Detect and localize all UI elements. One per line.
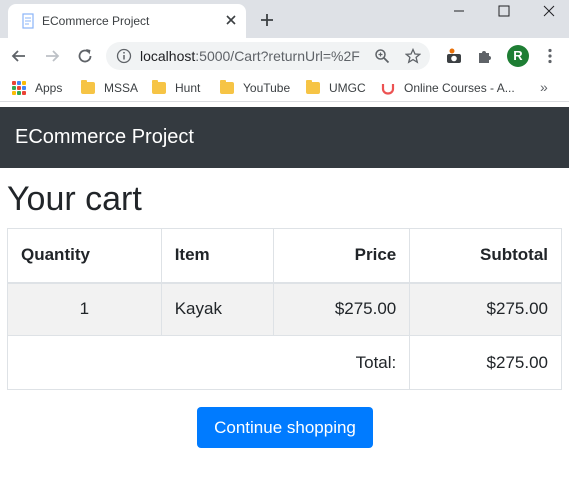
page-favicon-icon — [22, 13, 34, 29]
bookmark-label: Apps — [35, 81, 63, 95]
bookmark-label: YouTube — [243, 81, 291, 95]
zoom-icon[interactable] — [374, 48, 390, 64]
bookmark-label: Hunt — [175, 81, 201, 95]
close-window-icon[interactable] — [539, 2, 559, 20]
bookmarks-bar: Apps MSSA Hunt YouTube UMGC Online Cours… — [0, 74, 569, 102]
header-price: Price — [272, 228, 411, 284]
bookmark-label: UMGC — [329, 81, 366, 95]
address-bar[interactable]: localhost:5000/Cart?returnUrl=%2F — [106, 42, 430, 70]
total-label: Total: — [6, 335, 411, 390]
bookmark-online-courses[interactable]: Online Courses - A... — [381, 79, 515, 97]
site-navbar: ECommerce Project — [0, 107, 569, 168]
cell-quantity: 1 — [7, 282, 162, 336]
forward-arrow-icon[interactable] — [42, 46, 62, 66]
header-subtotal: Subtotal — [409, 228, 562, 284]
more-options-icon[interactable] — [541, 47, 559, 65]
header-item: Item — [160, 228, 274, 284]
extension-camera-icon[interactable] — [445, 47, 463, 65]
address-text: localhost:5000/Cart?returnUrl=%2F — [140, 48, 360, 64]
browser-tab[interactable]: ECommerce Project — [8, 4, 246, 38]
bookmark-youtube[interactable]: YouTube — [220, 79, 290, 97]
continue-shopping-button[interactable]: Continue shopping — [197, 407, 373, 448]
folder-icon — [220, 80, 234, 94]
cart-header-row: Quantity Item Price Subtotal — [7, 228, 562, 284]
tab-title: ECommerce Project — [42, 14, 150, 28]
cell-subtotal: $275.00 — [409, 282, 562, 336]
total-value: $275.00 — [409, 335, 562, 390]
folder-icon — [152, 80, 166, 94]
bookmark-apps[interactable]: Apps — [12, 79, 62, 97]
header-quantity: Quantity — [7, 228, 162, 284]
browser-toolbar: localhost:5000/Cart?returnUrl=%2F R — [0, 38, 569, 74]
back-arrow-icon[interactable] — [9, 46, 29, 66]
bookmark-mssa[interactable]: MSSA — [81, 79, 138, 97]
cell-item: Kayak — [160, 282, 274, 336]
bookmark-label: Online Courses - A... — [404, 81, 515, 95]
more-bookmarks-chevron-icon[interactable]: » — [540, 79, 548, 95]
extensions-puzzle-icon[interactable] — [476, 47, 494, 65]
address-host: localhost — [140, 48, 196, 64]
bookmark-label: MSSA — [104, 81, 139, 95]
bookmark-umgc[interactable]: UMGC — [306, 79, 366, 97]
close-tab-icon[interactable] — [223, 12, 239, 28]
new-tab-icon[interactable] — [258, 11, 276, 29]
bookmark-star-icon[interactable] — [405, 48, 421, 64]
minimize-window-icon[interactable] — [449, 2, 469, 20]
cart-table: Quantity Item Price Subtotal 1 Kayak $27… — [6, 228, 562, 390]
maximize-window-icon[interactable] — [494, 2, 514, 20]
folder-icon — [306, 80, 320, 94]
navbar-brand[interactable]: ECommerce Project — [15, 126, 194, 149]
total-row: Total: $275.00 — [6, 335, 562, 390]
folder-icon — [81, 80, 95, 94]
apps-grid-icon — [12, 81, 26, 95]
address-path: :5000/Cart?returnUrl=%2F — [195, 48, 360, 64]
reload-icon[interactable] — [75, 46, 95, 66]
page-title: Your cart — [7, 180, 142, 218]
table-row: 1 Kayak $275.00 $275.00 — [7, 282, 562, 336]
bookmark-hunt[interactable]: Hunt — [152, 79, 200, 97]
browser-tabstrip: ECommerce Project — [0, 0, 569, 38]
site-info-icon[interactable] — [116, 48, 132, 64]
cell-price: $275.00 — [272, 282, 411, 336]
profile-avatar[interactable]: R — [507, 45, 529, 67]
udemy-icon — [381, 84, 395, 95]
